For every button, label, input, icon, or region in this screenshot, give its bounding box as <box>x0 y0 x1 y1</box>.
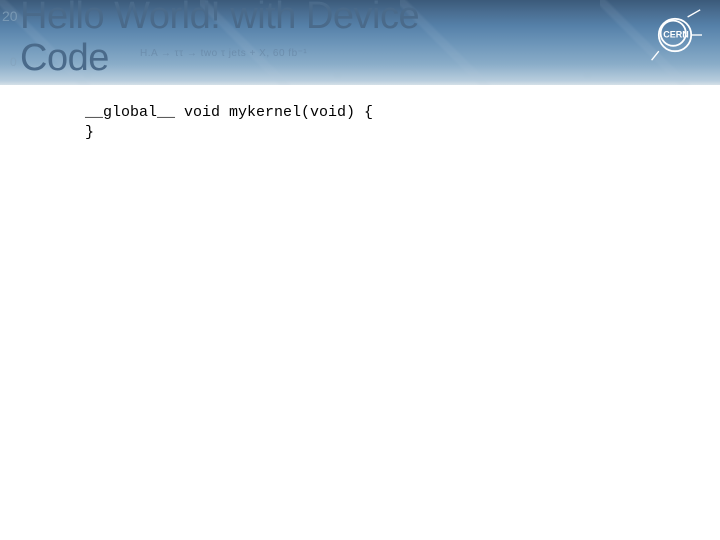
code-keyword-global: __global__ <box>85 104 184 121</box>
code-block: __global__ void mykernel(void) { } <box>85 103 720 144</box>
background-number: 0 <box>10 55 17 69</box>
slide-title: Hello World! with Device Code <box>20 0 419 80</box>
logo-text: CERN <box>663 30 689 40</box>
title-line-1: Hello World! with Device <box>20 0 419 37</box>
code-text: void mykernel(void) { <box>184 104 373 121</box>
slide-content: __global__ void mykernel(void) { } <box>0 85 720 144</box>
background-number: 20 <box>2 8 18 24</box>
cern-logo-icon: CERN <box>648 8 702 62</box>
header-band: 20 0 H.A → ττ → two τ jets + X, 60 fb⁻¹ … <box>0 0 720 85</box>
code-text: } <box>85 124 94 141</box>
title-line-2: Code <box>20 37 109 79</box>
